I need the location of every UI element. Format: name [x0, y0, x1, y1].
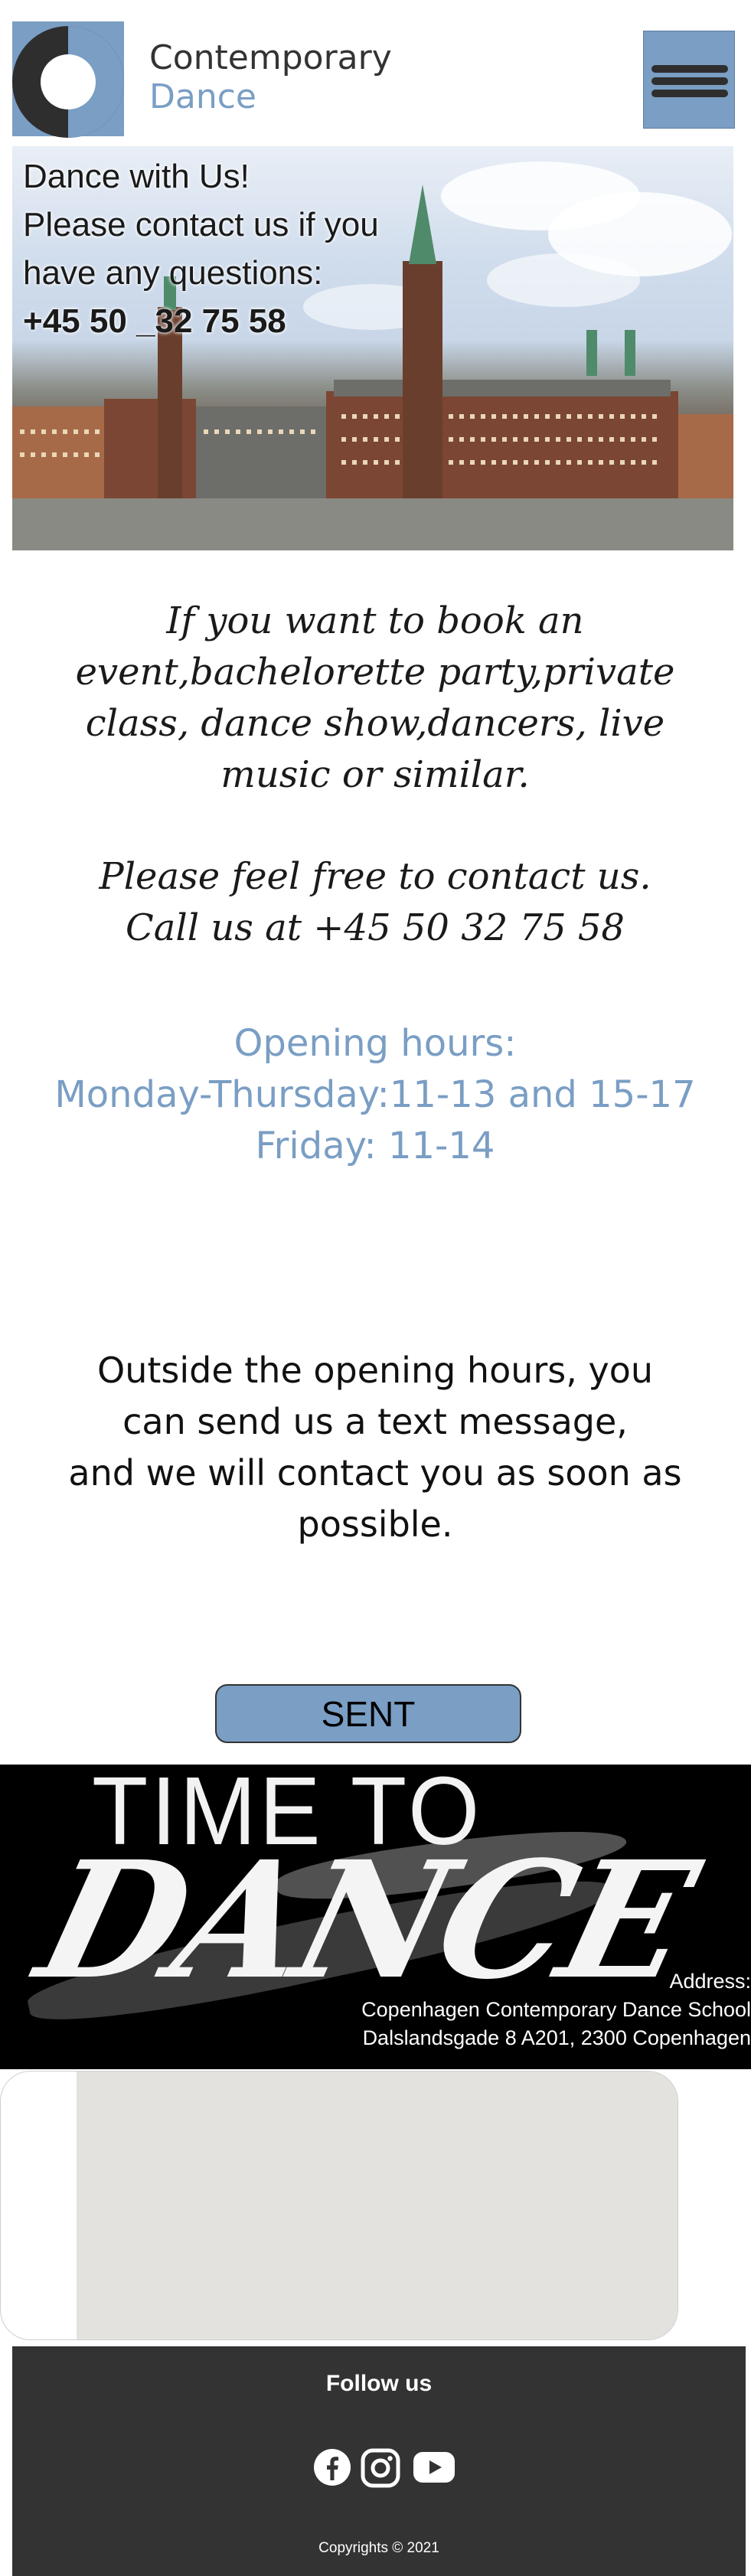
address-label: Address: [669, 1970, 751, 1993]
time-to-dance-banner: TIME TO DANCE Address: Copenhagen Contem… [0, 1765, 751, 2069]
copyright-text: Copyrights © 2021 [318, 2540, 439, 2556]
ring-logo-icon[interactable] [12, 21, 124, 138]
hamburger-menu-icon [651, 65, 728, 73]
booking-info-text: If you want to book an event,bachelorett… [61, 596, 689, 801]
outside-hours-text: Outside the opening hours, you can send … [46, 1345, 704, 1550]
booking-line-2: event,bachelorette party,private [75, 651, 675, 694]
site-footer: Follow us Copyrights © 2021 [12, 2346, 746, 2576]
outside-line-4: possible. [297, 1503, 453, 1545]
contact-line-2: Call us at +45 50 32 75 58 [126, 906, 625, 949]
hero-line-2: Please contact us if you [23, 206, 379, 243]
opening-hours-title: Opening hours: [233, 1022, 517, 1065]
sent-button[interactable]: SENT [215, 1684, 521, 1743]
youtube-icon[interactable] [413, 2451, 455, 2483]
contact-invite-text: Please feel free to contact us. Call us … [61, 851, 689, 954]
hero-line-1: Dance with Us! [23, 158, 250, 195]
hero-contact-text: Dance with Us! Please contact us if you … [23, 152, 421, 345]
booking-line-3: class, dance show,dancers, live [85, 702, 665, 745]
outside-line-3: and we will contact you as soon as [68, 1452, 682, 1494]
map-area[interactable] [77, 2072, 678, 2339]
contact-line-1: Please feel free to contact us. [99, 855, 651, 898]
brand-name-line1[interactable]: Contemporary [149, 38, 392, 77]
opening-hours-friday: Friday: 11-14 [255, 1125, 495, 1167]
hamburger-menu-button[interactable] [643, 31, 735, 129]
brand-name-line2[interactable]: Dance [149, 77, 256, 116]
address-school: Copenhagen Contemporary Dance School [361, 1998, 751, 2021]
booking-line-4: music or similar. [220, 753, 530, 796]
hero-phone[interactable]: +45 50 _32 75 58 [23, 297, 421, 345]
follow-us-label: Follow us [325, 2371, 433, 2396]
site-header: Contemporary Dance [0, 0, 751, 145]
outside-line-1: Outside the opening hours, you [96, 1350, 654, 1391]
opening-hours-weekdays: Monday-Thursday:11-13 and 15-17 [54, 1073, 696, 1116]
facebook-icon[interactable] [313, 2448, 351, 2486]
booking-line-1: If you want to book an [166, 599, 584, 642]
map-embed[interactable] [0, 2071, 678, 2340]
outside-line-2: can send us a text message, [122, 1401, 628, 1442]
hero-line-3: have any questions: [23, 254, 323, 292]
address-block: Address: Copenhagen Contemporary Dance S… [361, 1967, 751, 2052]
social-links [313, 2448, 466, 2490]
hero-image-copenhagen-city-hall: Dance with Us! Please contact us if you … [12, 146, 733, 550]
instagram-icon[interactable] [361, 2448, 400, 2488]
opening-hours: Opening hours: Monday-Thursday:11-13 and… [31, 1018, 720, 1172]
address-street: Dalslandsgade 8 A201, 2300 Copenhagen [362, 2026, 751, 2049]
